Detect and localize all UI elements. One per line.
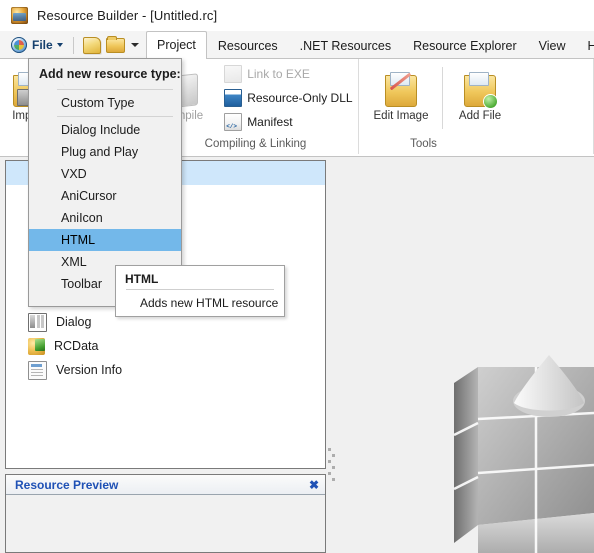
menu-separator-1 (57, 89, 173, 90)
ribbon-group-title-compiling: Compiling & Linking (204, 138, 307, 150)
new-document-button[interactable] (80, 34, 104, 56)
resource-only-dll-icon (224, 89, 243, 107)
menu-item-vxd[interactable]: VXD (29, 163, 181, 185)
add-file-button[interactable]: Add File (450, 71, 510, 124)
file-orb-icon (11, 37, 27, 53)
edit-image-label: Edit Image (373, 109, 429, 122)
tree-row-label-version-info: Version Info (56, 363, 123, 377)
toolbar-divider (72, 36, 74, 54)
new-document-icon (82, 36, 101, 54)
menu-header: Add new resource type: (39, 67, 181, 81)
tab-view[interactable]: View (528, 33, 577, 59)
tooltip-title: HTML (125, 272, 159, 286)
title-bar: Resource Builder - [Untitled.rc] (0, 0, 594, 31)
edit-image-button[interactable]: Edit Image (367, 71, 435, 124)
tooltip: HTML Adds new HTML resource (115, 265, 285, 317)
menu-item-anicursor[interactable]: AniCursor (29, 185, 181, 207)
close-icon[interactable]: ✖ (309, 479, 319, 491)
file-menu-label: File (32, 38, 53, 52)
add-file-label: Add File (458, 109, 502, 122)
tab-project[interactable]: Project (146, 31, 207, 59)
manifest-label: Manifest (247, 115, 293, 129)
splitter-grip[interactable] (328, 448, 335, 488)
manifest-button[interactable]: Manifest (219, 111, 357, 134)
window-title: Resource Builder - [Untitled.rc] (37, 8, 218, 23)
work-area (330, 157, 594, 553)
menu-item-html[interactable]: HTML (29, 229, 181, 251)
add-file-icon (464, 71, 497, 108)
open-folder-icon (106, 35, 126, 53)
tree-row-rcdata[interactable]: RCData (6, 334, 325, 358)
tab-help[interactable]: Help (577, 33, 594, 59)
tab-net-resources[interactable]: .NET Resources (289, 33, 402, 59)
open-folder-button[interactable] (104, 34, 128, 56)
link-to-exe-label: Link to EXE (247, 67, 310, 81)
app-icon (11, 7, 28, 24)
resource-preview-header: Resource Preview ✖ (6, 475, 325, 495)
menu-item-anilcon[interactable]: AniIcon (29, 207, 181, 229)
menu-separator-2 (57, 116, 173, 117)
rcdata-icon (28, 337, 45, 355)
chevron-down-icon (130, 43, 139, 47)
resource-preview-title: Resource Preview (15, 477, 119, 492)
edit-image-icon (385, 71, 417, 107)
ribbon-group-tools: Edit Image Add File Tools (359, 59, 594, 154)
resource-only-dll-button[interactable]: Resource-Only DLL (219, 87, 357, 110)
menu-item-dialog-include[interactable]: Dialog Include (29, 119, 181, 141)
ribbon-group-title-tools: Tools (410, 138, 437, 150)
menu-item-plug-and-play[interactable]: Plug and Play (29, 141, 181, 163)
ribbon-group-compiling: Compile Link to EXE Resource-Only DLL Ma… (153, 59, 359, 154)
tab-resource-explorer[interactable]: Resource Explorer (402, 33, 528, 59)
resource-preview-panel: Resource Preview ✖ (5, 474, 326, 553)
tooltip-body: Adds new HTML resource (140, 296, 279, 310)
resource-preview-body (6, 495, 325, 551)
resource-only-dll-label: Resource-Only DLL (247, 91, 353, 105)
tree-row-label-dialog: Dialog (56, 315, 92, 329)
file-menu-button[interactable]: File (7, 34, 67, 56)
version-info-icon (28, 360, 47, 380)
cube-artwork (453, 355, 594, 553)
link-to-exe-button[interactable]: Link to EXE (219, 63, 357, 86)
open-folder-dropdown[interactable] (128, 34, 140, 56)
tree-row-version-info[interactable]: Version Info (6, 358, 325, 382)
ribbon-inner-divider-2 (442, 67, 443, 129)
dialog-icon (28, 312, 47, 332)
manifest-icon (224, 113, 243, 131)
application-window: Resource Builder - [Untitled.rc] File Pr… (0, 0, 594, 553)
chevron-down-icon (56, 43, 63, 47)
link-to-exe-icon (224, 65, 243, 83)
menu-item-custom-type[interactable]: Custom Type (29, 92, 181, 114)
tab-resources[interactable]: Resources (207, 33, 289, 59)
tree-row-label-rcdata: RCData (54, 339, 99, 353)
ribbon-tab-strip: Project Resources .NET Resources Resourc… (146, 31, 594, 59)
